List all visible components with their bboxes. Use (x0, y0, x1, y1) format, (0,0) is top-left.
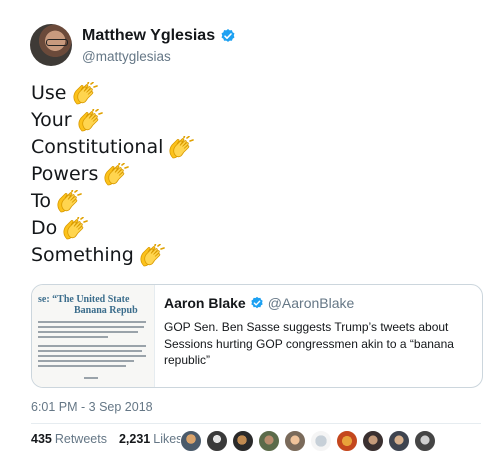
tweet-line: Powers (31, 161, 194, 188)
likes-stat[interactable]: 2,231 Likes (119, 432, 182, 446)
quoted-tweet-card[interactable]: se: “The United State Banana Repub Aaron… (31, 284, 483, 388)
author-avatar[interactable] (30, 24, 72, 66)
tweet-word: Do (31, 217, 58, 239)
likes-label: Likes (153, 432, 183, 446)
liker-avatar[interactable] (362, 430, 384, 452)
liker-avatar[interactable] (232, 430, 254, 452)
author-display-name[interactable]: Matthew Yglesias (82, 27, 215, 45)
liker-avatar[interactable] (284, 430, 306, 452)
quoted-tweet-text: GOP Sen. Ben Sasse suggests Trump’s twee… (164, 320, 454, 367)
tweet-word: Use (31, 82, 67, 104)
thumbnail-headline-line2: Banana Repub (74, 305, 138, 316)
tweet-word: Your (31, 109, 72, 131)
quoted-tweet-body: Aaron Blake @AaronBlake GOP Sen. Ben Sas… (164, 295, 476, 369)
quoted-author-name: Aaron Blake (164, 295, 246, 311)
clapping-hands-icon (72, 80, 98, 106)
tweet-header: Matthew Yglesias @mattyglesias (30, 24, 460, 70)
tweet-timestamp[interactable]: 6:01 PM - 3 Sep 2018 (31, 400, 153, 414)
tweet-line: To (31, 188, 194, 215)
liker-avatar[interactable] (388, 430, 410, 452)
tweet-line: Constitutional (31, 134, 195, 161)
clapping-hands-icon (56, 188, 82, 214)
thumbnail-headline-line1: se: “The United State (38, 294, 130, 305)
liker-avatars (180, 430, 440, 452)
clapping-hands-icon (139, 242, 165, 268)
liker-avatar[interactable] (258, 430, 280, 452)
liker-avatar[interactable] (180, 430, 202, 452)
tweet-word: Something (31, 244, 134, 266)
clapping-hands-icon (168, 134, 195, 160)
retweets-count: 435 (31, 432, 52, 446)
author-name-row: Matthew Yglesias (82, 27, 236, 45)
quoted-author-handle: @AaronBlake (267, 295, 355, 311)
tweet-stats: 435 Retweets 2,231 Likes (31, 432, 194, 446)
tweet-word: Powers (31, 163, 99, 185)
author-handle[interactable]: @mattyglesias (82, 49, 171, 64)
retweets-label: Retweets (54, 432, 107, 446)
likes-count: 2,231 (118, 432, 151, 446)
tweet-line: Something (31, 242, 194, 269)
liker-avatar[interactable] (414, 430, 436, 452)
tweet-word: Constitutional (31, 136, 164, 158)
retweets-stat[interactable]: 435 Retweets (31, 432, 107, 446)
liker-avatar[interactable] (206, 430, 228, 452)
clapping-hands-icon (77, 107, 103, 133)
tweet-word: To (31, 190, 52, 212)
tweet-line: Your (31, 107, 194, 134)
verified-badge-icon (221, 29, 235, 42)
quoted-tweet-thumbnail: se: “The United State Banana Repub (32, 285, 155, 387)
thumbnail-headline: se: “The United State Banana Repub (38, 294, 150, 316)
clapping-hands-icon (103, 161, 130, 187)
tweet-text: Use Your Constitutional Powers To Do Something (31, 80, 195, 269)
divider (31, 423, 481, 424)
liker-avatar[interactable] (336, 430, 358, 452)
quoted-author-row: Aaron Blake @AaronBlake (164, 295, 476, 311)
verified-badge-icon (251, 296, 263, 309)
liker-avatar[interactable] (310, 430, 332, 452)
tweet-line: Do (31, 215, 194, 242)
tweet-line: Use (31, 80, 194, 107)
clapping-hands-icon (62, 215, 89, 241)
